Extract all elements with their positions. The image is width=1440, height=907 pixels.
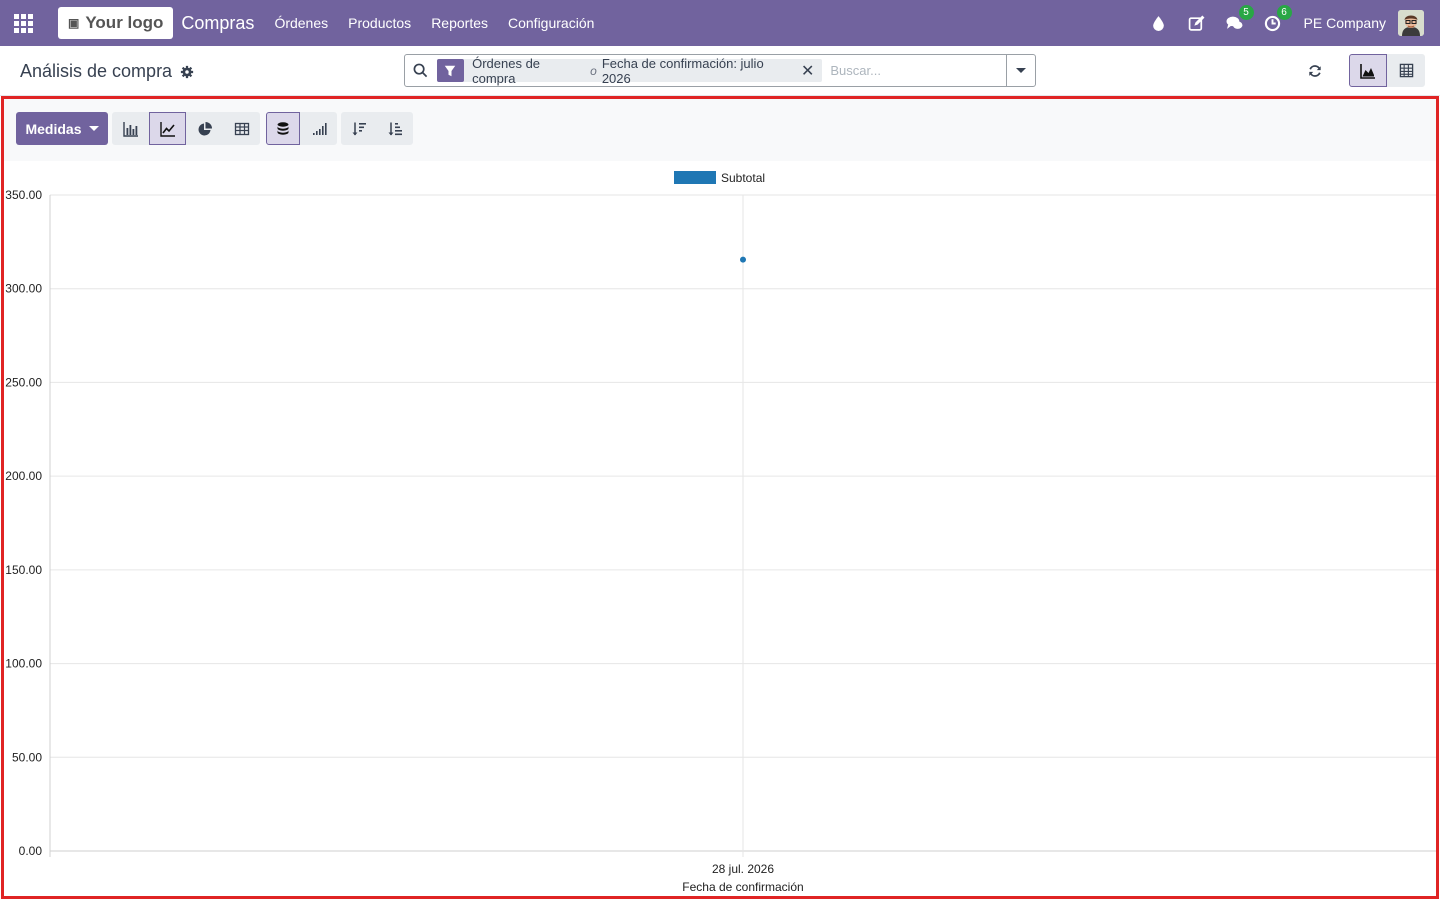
x-axis-ticks: 28 jul. 2026	[712, 862, 774, 876]
facet-values: Órdenes de compra o Fecha de confirmació…	[464, 56, 801, 86]
refresh-button[interactable]	[1304, 60, 1326, 82]
table-icon	[234, 122, 249, 135]
bar-chart-icon	[122, 121, 138, 137]
line-chart: Subtotal 0.00 50.00 100.00 150.00 200.00 250.…	[5, 171, 1436, 894]
camera-icon: ▣	[68, 16, 80, 30]
apps-menu-button[interactable]	[0, 0, 46, 46]
x-axis-label: Fecha de confirmación	[682, 880, 803, 894]
view-switcher	[1349, 54, 1425, 87]
systray: 5 6 PE Company	[1140, 5, 1440, 36]
menu-item-configuracion[interactable]: Configuración	[498, 15, 604, 31]
y-tick-label: 50.00	[12, 750, 42, 764]
menu-item-productos[interactable]: Productos	[338, 15, 421, 31]
database-icon	[277, 121, 289, 135]
sort-descending-icon	[352, 122, 366, 135]
logo-text: Your logo	[85, 13, 164, 32]
table-chart-button[interactable]	[223, 112, 260, 145]
sort-ascending-button[interactable]	[377, 112, 413, 145]
chart-options-group	[266, 112, 337, 145]
x-tick-label: 28 jul. 2026	[712, 862, 774, 876]
y-tick-label: 350.00	[5, 188, 42, 202]
chart-type-group	[112, 112, 260, 145]
menu-item-reportes[interactable]: Reportes	[421, 15, 498, 31]
control-panel: Análisis de compra Órdenes de compra o F…	[0, 46, 1440, 96]
bar-chart-button[interactable]	[112, 112, 149, 145]
search-input[interactable]	[830, 63, 1007, 78]
top-menu: Órdenes Productos Reportes Configuración	[264, 15, 604, 31]
legend-label-subtotal: Subtotal	[721, 171, 765, 185]
stacked-button[interactable]	[266, 112, 300, 145]
graph-toolbar: Medidas	[4, 99, 1436, 161]
legend-swatch	[674, 171, 716, 184]
messages-badge: 5	[1238, 5, 1254, 20]
menu-item-ordenes[interactable]: Órdenes	[264, 15, 338, 31]
main-navbar: ▣ Your logo Compras Órdenes Productos Re…	[0, 0, 1440, 46]
clock-icon[interactable]: 6	[1263, 5, 1292, 33]
y-tick-label: 0.00	[19, 844, 43, 858]
chart-points	[740, 256, 746, 263]
facet-value-1: Órdenes de compra	[472, 55, 541, 86]
page-title: Análisis de compra	[20, 61, 173, 81]
measures-dropdown[interactable]: Medidas	[16, 112, 108, 145]
facet-separator: o	[590, 63, 597, 78]
edit-icon[interactable]	[1187, 13, 1207, 33]
y-tick-label: 250.00	[5, 375, 42, 389]
search-facet: Órdenes de compra o Fecha de confirmació…	[436, 56, 823, 86]
app-name[interactable]: Compras	[181, 13, 254, 34]
pie-chart-icon	[198, 121, 212, 135]
close-icon[interactable]: ✕	[801, 61, 822, 81]
filter-icon	[436, 59, 465, 82]
line-chart-button[interactable]	[149, 112, 186, 145]
activities-badge: 6	[1276, 5, 1292, 20]
caret-down-icon	[88, 126, 99, 131]
search-bar: Órdenes de compra o Fecha de confirmació…	[404, 54, 1036, 87]
graph-panel: Medidas Subtotal 0.00 50.00 100.00 150.0…	[1, 96, 1439, 899]
company-logo[interactable]: ▣ Your logo	[58, 7, 174, 39]
avatar[interactable]	[1398, 10, 1424, 36]
line-chart-icon	[159, 121, 175, 137]
y-tick-label: 200.00	[5, 469, 42, 483]
y-tick-label: 150.00	[5, 563, 42, 577]
cumulative-button[interactable]	[300, 112, 337, 145]
chart-area: Subtotal 0.00 50.00 100.00 150.00 200.00 250.…	[0, 161, 1440, 902]
chat-icon[interactable]: 5	[1225, 5, 1254, 33]
y-tick-label: 100.00	[5, 657, 42, 671]
refresh-icon	[1309, 65, 1321, 77]
search-icon	[405, 63, 437, 78]
chart-legend[interactable]: Subtotal	[674, 171, 765, 185]
company-switcher[interactable]: PE Company	[1304, 15, 1386, 31]
y-axis-ticks: 0.00 50.00 100.00 150.00 200.00 250.00 300.00 3…	[5, 188, 42, 858]
chart-grid	[49, 194, 1436, 857]
sort-descending-button[interactable]	[341, 112, 377, 145]
measures-label: Medidas	[25, 120, 82, 137]
facet-value-2: Fecha de confirmación: julio 2026	[601, 55, 764, 86]
sort-group	[341, 112, 413, 145]
sort-ascending-icon	[388, 122, 402, 135]
gear-icon[interactable]	[180, 65, 194, 79]
drop-icon[interactable]	[1149, 13, 1169, 33]
signal-icon	[312, 122, 327, 135]
pie-chart-button[interactable]	[186, 112, 223, 145]
y-tick-label: 300.00	[5, 282, 42, 296]
pivot-view-button[interactable]	[1387, 54, 1425, 87]
search-options-toggle[interactable]	[1006, 55, 1035, 86]
breadcrumb: Análisis de compra	[20, 61, 194, 82]
data-point[interactable]	[740, 256, 746, 263]
pivot-table-icon	[1399, 63, 1413, 78]
caret-down-icon	[1016, 68, 1027, 73]
apps-grid-icon	[13, 13, 33, 33]
graph-view-button[interactable]	[1349, 54, 1387, 87]
area-chart-icon	[1360, 63, 1375, 79]
